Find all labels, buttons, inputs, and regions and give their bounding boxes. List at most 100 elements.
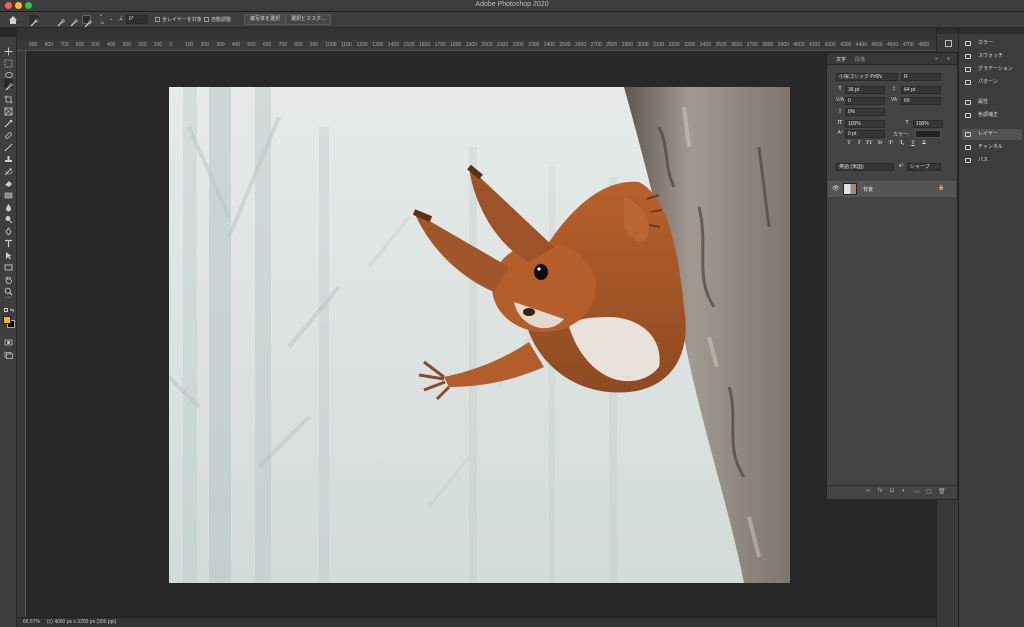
type-tool-icon[interactable] <box>4 235 13 247</box>
home-icon[interactable] <box>8 15 18 25</box>
font-size-field[interactable]: 36 pt <box>845 86 885 94</box>
ruler-tick-label: 700 <box>60 42 69 48</box>
strikethrough-button[interactable]: T <box>920 140 928 148</box>
healing-brush-tool-icon[interactable] <box>4 127 13 139</box>
document-canvas[interactable] <box>169 87 790 583</box>
dock-collapse-bar[interactable] <box>937 28 959 34</box>
default-colors-icon[interactable] <box>4 308 8 312</box>
auto-enhance-checkbox[interactable] <box>204 17 209 22</box>
layer-style-icon[interactable]: fx <box>878 488 883 494</box>
chevron-down-icon[interactable]: ⌄ <box>109 16 113 22</box>
new-layer-icon[interactable]: ▢ <box>926 488 932 495</box>
layer-row-background[interactable]: 👁 背景 🔒 <box>828 181 956 197</box>
dodge-tool-icon[interactable] <box>4 211 13 224</box>
tracking-field[interactable]: 60 <box>901 97 941 105</box>
squirrel-photo <box>169 87 790 583</box>
horizontal-ruler[interactable]: 900 800 700 600 500 400 300 200 100 0 100 200 300 400… <box>17 40 936 51</box>
screen-mode-icon[interactable] <box>4 347 13 359</box>
superscript-button[interactable]: T¹ <box>887 140 895 148</box>
tab-paragraph[interactable]: 段落 <box>855 56 865 63</box>
paths-icon <box>965 158 971 163</box>
layer-mask-icon[interactable]: ◘ <box>890 488 894 494</box>
rectangle-tool-icon[interactable] <box>4 259 13 271</box>
lasso-tool-icon[interactable] <box>4 67 13 78</box>
ruler-tick-label: 3000 <box>637 42 649 48</box>
lock-icon[interactable]: 🔒 <box>938 185 944 191</box>
panel-item-channels[interactable]: チャンネル <box>962 142 1022 153</box>
font-family-select[interactable]: 小塚ゴシック Pr6N <box>836 73 898 81</box>
marquee-tool-icon[interactable] <box>4 55 13 68</box>
panel-menu-icon[interactable]: ≡ <box>947 56 950 62</box>
new-group-icon[interactable]: ▭ <box>914 488 920 495</box>
panel-item-gradients[interactable]: グラデーション <box>962 64 1022 75</box>
brush-tool-icon[interactable] <box>4 139 13 152</box>
swap-colors-icon[interactable]: ⇆ <box>10 308 14 314</box>
hand-tool-icon[interactable] <box>4 271 13 284</box>
brush-size[interactable]: 11 <box>100 20 104 25</box>
right-panel-collapse-bar[interactable] <box>959 28 1024 34</box>
font-style-select[interactable]: R <box>901 73 941 81</box>
frame-tool-icon[interactable] <box>4 103 13 116</box>
zoom-tool-icon[interactable] <box>4 283 13 296</box>
panel-item-color[interactable]: カラー <box>962 38 1022 49</box>
history-brush-tool-icon[interactable] <box>4 163 13 176</box>
leading-field[interactable]: 64 pt <box>901 86 941 94</box>
ruler-tick-label: 400 <box>107 42 116 48</box>
faux-italic-button[interactable]: T <box>855 140 863 148</box>
tab-character[interactable]: 文字 <box>836 56 846 63</box>
panel-item-adjustments[interactable]: 色調補正 <box>962 110 1022 121</box>
blur-tool-icon[interactable] <box>4 199 13 212</box>
tsume-field[interactable]: 0% <box>845 108 885 116</box>
baseline-shift-field[interactable]: 0 pt <box>845 130 885 138</box>
vertical-ruler[interactable] <box>17 51 26 617</box>
link-layers-icon[interactable]: ∞ <box>866 488 870 494</box>
antialias-icon: aª <box>898 163 904 169</box>
gradient-tool-icon[interactable] <box>4 187 13 199</box>
zoom-level[interactable]: 66.67% <box>23 619 40 625</box>
more-tools-icon[interactable]: ··· <box>4 294 13 304</box>
collapse-icon[interactable]: » <box>935 56 938 62</box>
subscript-button[interactable]: T₁ <box>898 140 906 148</box>
path-selection-tool-icon[interactable] <box>4 247 13 260</box>
document-info[interactable]: (c) 4000 px x 3200 px (300 ppi) <box>47 619 116 625</box>
visibility-eye-icon[interactable]: 👁 <box>832 185 840 192</box>
add-to-selection-icon[interactable] <box>69 15 78 27</box>
panel-item-layers[interactable]: レイヤー <box>962 129 1022 140</box>
antialias-select[interactable]: シャープ <box>907 163 941 171</box>
clone-stamp-tool-icon[interactable] <box>4 151 13 162</box>
quick-mask-icon[interactable] <box>4 334 13 346</box>
sample-all-layers-checkbox[interactable] <box>155 17 160 22</box>
quick-select-tool-icon[interactable] <box>29 15 38 27</box>
angle-field[interactable]: 0° <box>126 15 148 24</box>
eraser-tool-icon[interactable] <box>4 175 13 187</box>
select-subject-button[interactable]: 被写体を選択 <box>244 14 287 25</box>
move-tool-icon[interactable] <box>4 43 13 56</box>
vertical-scale-field[interactable]: 100% <box>845 120 885 128</box>
ruler-tick-label: 300 <box>122 42 131 48</box>
horizontal-scale-field[interactable]: 100% <box>913 120 943 128</box>
panel-item-properties[interactable]: 属性 <box>962 97 1022 108</box>
panel-item-paths[interactable]: パス <box>962 155 1022 166</box>
eyedropper-tool-icon[interactable] <box>4 115 13 128</box>
select-and-mask-button[interactable]: 選択とマスク... <box>285 14 332 25</box>
all-caps-button[interactable]: TT <box>865 140 873 148</box>
quick-select-tool-icon[interactable] <box>4 79 13 91</box>
subtract-from-selection-icon[interactable] <box>82 15 92 28</box>
text-color-swatch[interactable] <box>915 130 941 138</box>
ruler-tick-label: 4400 <box>855 42 867 48</box>
crop-tool-icon[interactable] <box>4 91 13 104</box>
panel-item-patterns[interactable]: パターン <box>962 77 1022 88</box>
small-caps-button[interactable]: Tr <box>876 140 884 148</box>
pen-tool-icon[interactable] <box>4 223 13 236</box>
kerning-field[interactable]: 0 <box>845 97 885 105</box>
panel-item-swatches[interactable]: スウォッチ <box>962 51 1022 62</box>
faux-bold-button[interactable]: T <box>845 140 853 148</box>
delete-layer-icon[interactable]: 🗑 <box>938 488 946 495</box>
adjustment-layer-icon[interactable]: ◐ <box>902 488 906 494</box>
brush-dot-icon[interactable]: • <box>100 13 102 19</box>
underline-button[interactable]: T <box>909 140 917 148</box>
history-panel-icon[interactable] <box>945 40 952 47</box>
foreground-color-swatch[interactable] <box>3 316 11 324</box>
new-selection-icon[interactable] <box>56 15 65 27</box>
language-select[interactable]: 英語 (米国) <box>836 163 894 171</box>
